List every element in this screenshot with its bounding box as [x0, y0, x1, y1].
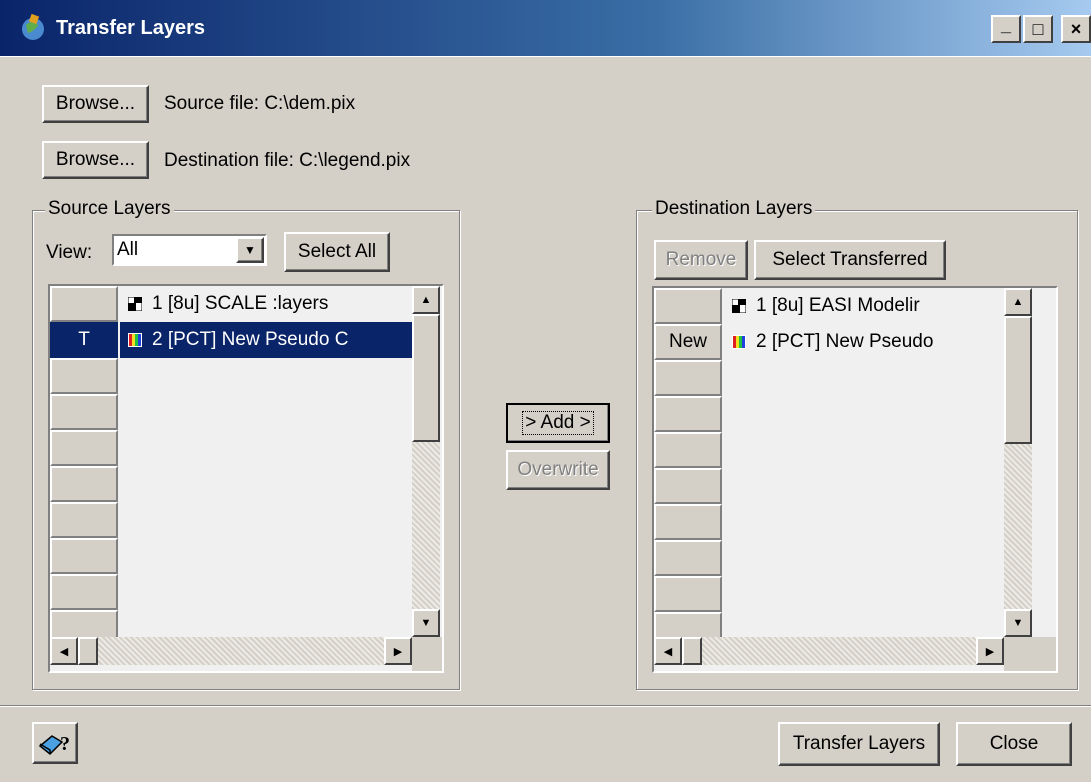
row-header[interactable] — [654, 540, 722, 576]
window-title: Transfer Layers — [56, 17, 205, 39]
pct-layer-icon — [732, 335, 746, 349]
row-header[interactable] — [50, 538, 118, 574]
row-header-transfer[interactable]: T — [50, 322, 118, 358]
add-button-label: > Add > — [522, 411, 594, 435]
title-bar[interactable]: Transfer Layers _ □ × — [0, 0, 1091, 57]
layer-label: 2 [PCT] New Pseudo — [756, 331, 934, 352]
maximize-icon: □ — [1032, 18, 1044, 39]
vertical-scrollbar[interactable]: ▲ ▼ — [1004, 288, 1032, 637]
source-file-label: Source file: C:\dem.pix — [164, 93, 356, 114]
close-button[interactable]: Close — [956, 722, 1072, 766]
view-label: View: — [46, 242, 93, 263]
grayscale-layer-icon — [732, 299, 746, 313]
browse-source-button[interactable]: Browse... — [42, 85, 149, 123]
view-select[interactable]: All ▼ — [112, 234, 267, 266]
book-help-icon: ? — [38, 733, 70, 756]
row-header[interactable] — [50, 394, 118, 430]
source-layer-grid[interactable]: 1 [8u] SCALE :layers T 2 [PCT] New Pseud… — [48, 284, 444, 673]
row-header[interactable] — [654, 468, 722, 504]
row-header[interactable] — [654, 432, 722, 468]
scroll-down-icon[interactable]: ▼ — [1004, 609, 1032, 637]
horizontal-scrollbar[interactable]: ◀ ▶ — [50, 637, 412, 665]
scroll-thumb[interactable] — [682, 637, 702, 665]
source-layers-title: Source Layers — [45, 198, 174, 220]
minimize-icon: _ — [1000, 14, 1011, 35]
row-header-new[interactable]: New — [654, 324, 722, 360]
scroll-left-icon[interactable]: ◀ — [50, 637, 78, 665]
add-button[interactable]: > Add > — [506, 403, 610, 443]
scroll-right-icon[interactable]: ▶ — [976, 637, 1004, 665]
app-globe-icon — [22, 13, 44, 40]
select-transferred-button[interactable]: Select Transferred — [754, 240, 946, 280]
row-header[interactable] — [654, 396, 722, 432]
scroll-thumb[interactable] — [1004, 316, 1032, 444]
transfer-layers-button[interactable]: Transfer Layers — [778, 722, 940, 766]
row-header[interactable] — [50, 430, 118, 466]
help-button[interactable]: ? — [32, 722, 78, 764]
scroll-up-icon[interactable]: ▲ — [412, 286, 440, 314]
scroll-down-icon[interactable]: ▼ — [412, 609, 440, 637]
row-header[interactable] — [50, 502, 118, 538]
chevron-down-icon[interactable]: ▼ — [236, 237, 264, 263]
scroll-up-icon[interactable]: ▲ — [1004, 288, 1032, 316]
scroll-corner — [1004, 637, 1056, 671]
layer-label: 1 [8u] SCALE :layers — [152, 293, 329, 314]
row-header[interactable] — [654, 504, 722, 540]
scroll-left-icon[interactable]: ◀ — [654, 637, 682, 665]
list-item-selected[interactable]: 2 [PCT] New Pseudo C — [120, 322, 412, 358]
destination-layer-grid[interactable]: 1 [8u] EASI Modelir New 2 [PCT] New Pseu… — [652, 286, 1058, 673]
scroll-right-icon[interactable]: ▶ — [384, 637, 412, 665]
destination-layers-title: Destination Layers — [652, 198, 816, 220]
view-select-value: All — [117, 239, 139, 260]
vertical-scrollbar[interactable]: ▲ ▼ — [412, 286, 440, 637]
maximize-button[interactable]: □ — [1023, 15, 1053, 43]
remove-button[interactable]: Remove — [654, 240, 748, 280]
browse-destination-button[interactable]: Browse... — [42, 141, 149, 179]
layer-label: 1 [8u] EASI Modelir — [756, 295, 920, 316]
grayscale-layer-icon — [128, 297, 142, 311]
row-header[interactable] — [50, 574, 118, 610]
close-icon: × — [1070, 18, 1082, 39]
row-header[interactable] — [654, 576, 722, 612]
scroll-corner — [412, 637, 442, 671]
destination-file-label: Destination file: C:\legend.pix — [164, 150, 411, 171]
horizontal-scrollbar[interactable]: ◀ ▶ — [654, 637, 1004, 665]
overwrite-button[interactable]: Overwrite — [506, 450, 610, 490]
row-header[interactable] — [654, 360, 722, 396]
row-header[interactable] — [50, 466, 118, 502]
svg-text:?: ? — [60, 733, 70, 755]
layer-label: 2 [PCT] New Pseudo C — [152, 329, 349, 350]
list-item[interactable]: 1 [8u] SCALE :layers — [120, 286, 412, 322]
footer-divider — [0, 705, 1091, 707]
list-item[interactable]: 1 [8u] EASI Modelir — [724, 288, 1004, 324]
select-all-button[interactable]: Select All — [284, 232, 390, 272]
row-header[interactable] — [50, 358, 118, 394]
list-item[interactable]: 2 [PCT] New Pseudo — [724, 324, 1004, 360]
pct-layer-icon — [128, 333, 142, 347]
grid-corner-header[interactable] — [50, 286, 118, 322]
close-window-button[interactable]: × — [1061, 15, 1091, 43]
scroll-thumb[interactable] — [412, 314, 440, 442]
minimize-button[interactable]: _ — [991, 15, 1021, 43]
scroll-thumb[interactable] — [78, 637, 98, 665]
grid-corner-header[interactable] — [654, 288, 722, 324]
